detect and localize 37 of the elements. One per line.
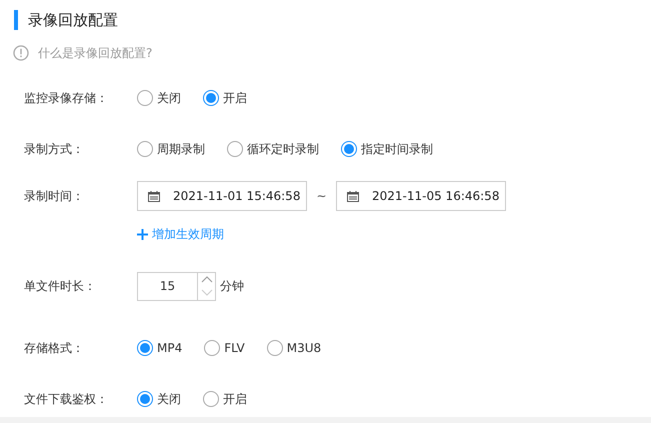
calendar-icon xyxy=(148,190,160,202)
calendar-icon xyxy=(347,190,359,202)
radio-label[interactable]: 关闭 xyxy=(157,390,181,408)
plus-icon xyxy=(137,228,148,240)
radio-button[interactable] xyxy=(341,141,357,157)
radio-button[interactable] xyxy=(204,340,220,356)
exclamation-icon xyxy=(13,45,29,61)
unit-label: 分钟 xyxy=(220,278,244,294)
radio-label[interactable]: 开启 xyxy=(223,390,247,408)
radio-label[interactable]: MP4 xyxy=(157,341,182,355)
title-accent-bar xyxy=(14,10,18,30)
date-input[interactable]: 2021-11-01 15:46:58 xyxy=(137,181,307,211)
radio-label[interactable]: 指定时间录制 xyxy=(361,140,433,158)
radio-label[interactable]: 循环定时录制 xyxy=(247,140,319,158)
field-label: 监控录像存储： xyxy=(24,90,109,106)
radio-label[interactable]: 关闭 xyxy=(157,90,181,106)
radio-label[interactable]: M3U8 xyxy=(286,341,322,355)
field-label: 文件下载鉴权： xyxy=(24,390,109,408)
range-separator: ~ xyxy=(315,189,328,203)
field-label: 录制时间： xyxy=(24,188,85,204)
field-label: 单文件时长： xyxy=(24,278,97,294)
radio-button[interactable] xyxy=(266,340,283,356)
field-label: 存储格式： xyxy=(24,340,85,356)
radio-button[interactable] xyxy=(137,141,153,157)
radio-button[interactable] xyxy=(137,90,153,106)
radio-label[interactable]: FLV xyxy=(224,341,245,355)
radio-label[interactable]: 开启 xyxy=(223,90,247,106)
radio-button[interactable] xyxy=(203,90,219,106)
page-title: 录像回放配置 xyxy=(28,10,118,30)
date-input[interactable]: 2021-11-05 16:46:58 xyxy=(336,181,506,211)
radio-button[interactable] xyxy=(227,141,243,157)
number-input[interactable]: 15 xyxy=(137,272,197,300)
field-label: 录制方式： xyxy=(24,140,85,158)
radio-label[interactable]: 周期录制 xyxy=(157,140,205,158)
radio-button[interactable] xyxy=(203,391,219,407)
radio-button[interactable] xyxy=(137,340,153,356)
radio-button[interactable] xyxy=(137,391,153,407)
